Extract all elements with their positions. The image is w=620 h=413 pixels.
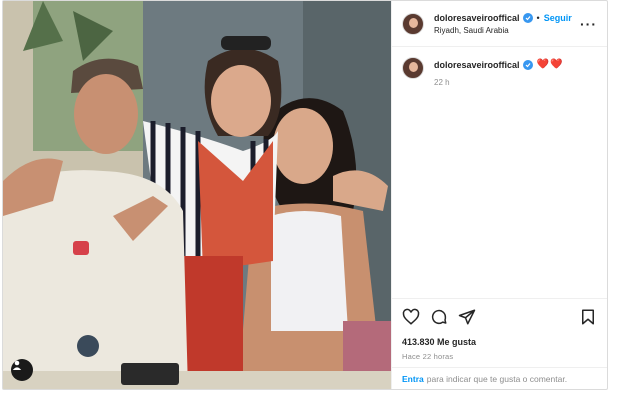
comment-prompt: Entra para indicar que te gusta o coment… (392, 367, 607, 389)
separator-dot: • (536, 12, 540, 23)
instagram-post: doloresaveirooffical • Seguir Riyadh, Sa… (2, 0, 608, 390)
post-location[interactable]: Riyadh, Saudi Arabia (434, 26, 580, 35)
bookmark-icon[interactable] (579, 308, 597, 326)
caption-timestamp[interactable]: 22 h (434, 78, 563, 87)
share-icon[interactable] (458, 308, 476, 326)
verified-badge-icon (522, 12, 533, 23)
likes-count[interactable]: 413.830 Me gusta (402, 337, 597, 347)
user-silhouette-icon (12, 360, 22, 370)
verified-badge-icon (522, 59, 533, 70)
post-timestamp[interactable]: Hace 22 horas (402, 352, 597, 361)
post-photo-illustration (3, 1, 391, 389)
post-photo[interactable] (3, 1, 391, 389)
caption: doloresaveirooffical ❤️❤️ 22 h (402, 57, 597, 87)
comment-icon[interactable] (430, 308, 448, 326)
login-link[interactable]: Entra (402, 374, 424, 384)
heart-icon[interactable] (402, 308, 420, 326)
comment-prompt-text: para indicar que te gusta o comentar. (426, 373, 568, 384)
post-side-panel: doloresaveirooffical • Seguir Riyadh, Sa… (391, 1, 607, 389)
more-horizontal-icon[interactable]: ··· (580, 16, 597, 32)
caption-text: ❤️❤️ (536, 59, 564, 70)
avatar[interactable] (402, 12, 424, 35)
caption-avatar[interactable] (402, 57, 424, 79)
post-header: doloresaveirooffical • Seguir Riyadh, Sa… (392, 1, 607, 47)
caption-username[interactable]: doloresaveirooffical (434, 60, 520, 70)
follow-button[interactable]: Seguir (544, 13, 572, 23)
action-bar: 413.830 Me gusta Hace 22 horas (392, 298, 607, 367)
user-tag-icon[interactable] (11, 359, 33, 381)
post-username[interactable]: doloresaveirooffical (434, 13, 520, 23)
comments-area: doloresaveirooffical ❤️❤️ 22 h (392, 47, 607, 298)
